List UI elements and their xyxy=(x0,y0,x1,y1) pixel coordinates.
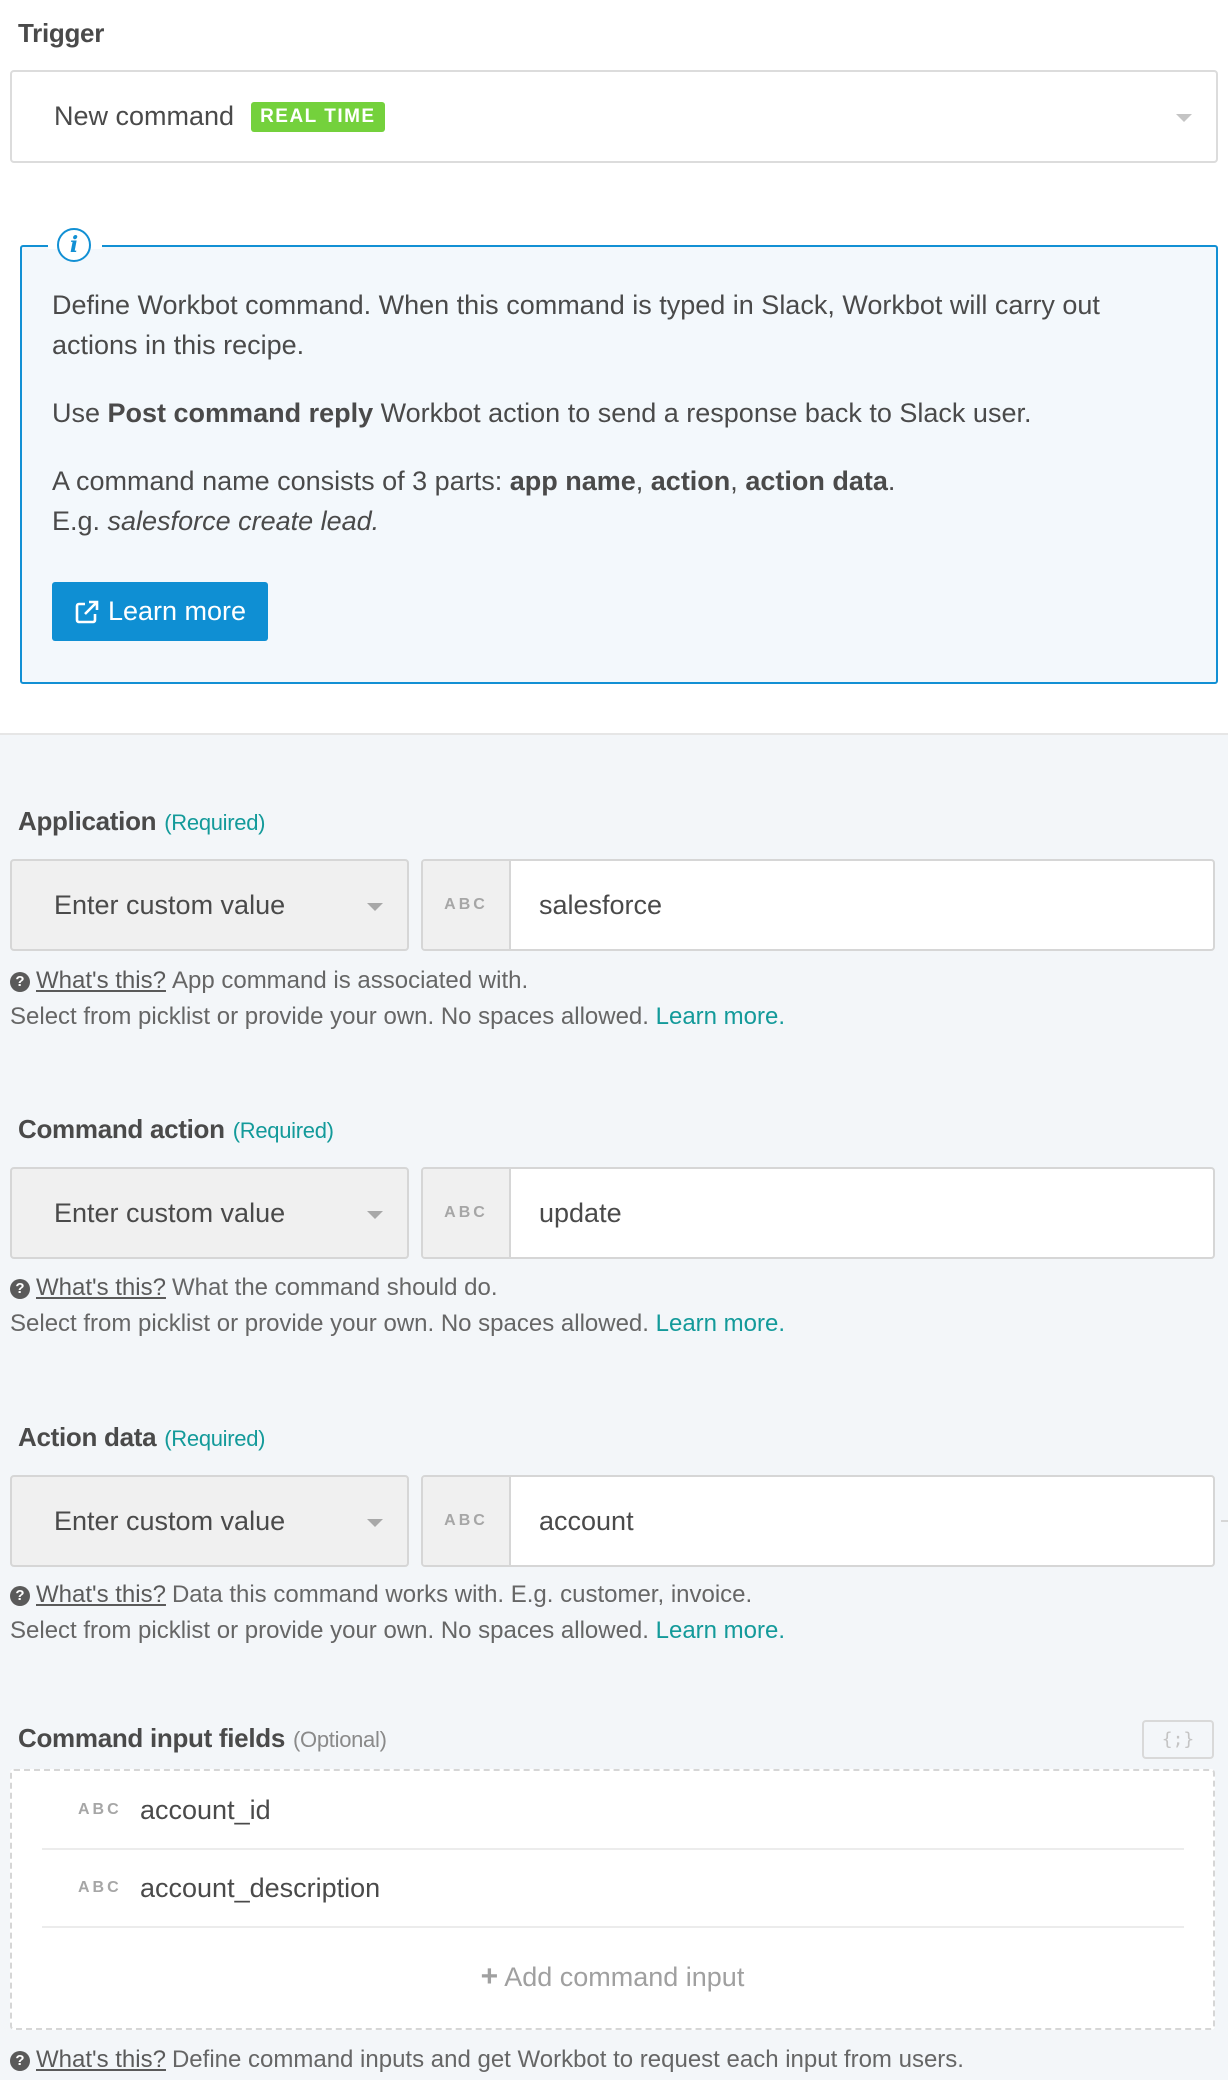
help-text: What the command should do. xyxy=(171,1274,498,1301)
learn-more-label: Learn more xyxy=(107,596,247,626)
chevron-down-icon xyxy=(367,903,383,911)
application-help-2: Select from picklist or provide your own… xyxy=(10,1001,785,1033)
select-value: Enter custom value xyxy=(54,1505,286,1536)
whats-this-link[interactable]: What's this? xyxy=(36,1581,166,1608)
post-command-reply-bold: Post command reply xyxy=(107,398,374,428)
command-inputs-help: ? What's this? Define command inputs and g… xyxy=(10,2044,964,2076)
application-input[interactable]: ABC salesforce xyxy=(421,859,1215,951)
info-icon: i xyxy=(57,228,91,262)
info-text: A command name consists of 3 parts: xyxy=(52,466,510,496)
command-input-name: account_id xyxy=(140,1794,271,1825)
command-action-label: Command action (Required) xyxy=(18,1114,334,1145)
text-type-icon: ABC xyxy=(78,1879,122,1896)
text-type-icon: ABC xyxy=(78,1801,122,1818)
trigger-select[interactable]: New command REAL TIME xyxy=(10,70,1218,163)
field-label: Action data xyxy=(18,1422,157,1452)
application-label: Application (Required) xyxy=(18,806,266,837)
application-mode-select[interactable]: Enter custom value xyxy=(10,859,409,951)
chevron-down-icon xyxy=(367,1519,383,1527)
field-label: Command action xyxy=(18,1114,225,1144)
add-command-input-label: Add command input xyxy=(504,1961,745,1992)
required-tag: (Required) xyxy=(164,810,266,835)
action-data-help-2: Select from picklist or provide your own… xyxy=(10,1615,785,1647)
command-input-name: account_description xyxy=(140,1872,381,1903)
select-value: Enter custom value xyxy=(54,1197,286,1228)
info-text: . xyxy=(887,466,896,496)
help-text: Data this command works with. E.g. custo… xyxy=(171,1581,753,1608)
field-label: Application xyxy=(18,806,157,836)
action-data-help: ? What's this? Data this command works wit… xyxy=(10,1579,752,1611)
select-value: Enter custom value xyxy=(54,889,286,920)
field-label: Command input fields xyxy=(18,1723,286,1753)
info-text: , xyxy=(730,466,746,496)
example-italic: salesforce create lead. xyxy=(107,506,380,536)
action-bold: action xyxy=(650,466,731,496)
info-paragraph-3: A command name consists of 3 parts: app … xyxy=(52,461,1172,541)
connector-line xyxy=(1221,1520,1228,1522)
text-type-icon: ABC xyxy=(423,1477,511,1565)
plus-icon: + xyxy=(480,1960,499,1993)
application-help: ? What's this? App command is associated w… xyxy=(10,965,528,997)
action-data-value[interactable]: account xyxy=(511,1477,1213,1565)
question-circle-icon: ? xyxy=(10,972,30,992)
info-text: Use xyxy=(52,398,108,428)
add-command-input-button[interactable]: + Add command input xyxy=(10,1950,1215,2004)
whats-this-link[interactable]: What's this? xyxy=(36,2046,166,2073)
info-text: E.g. xyxy=(52,506,108,536)
chevron-down-icon xyxy=(367,1211,383,1219)
learn-more-button[interactable]: Learn more xyxy=(52,582,268,641)
formula-mode-toggle[interactable]: {;} xyxy=(1142,1720,1214,1759)
required-tag: (Required) xyxy=(164,1426,266,1451)
question-circle-icon: ? xyxy=(10,1279,30,1299)
external-link-icon xyxy=(75,600,99,623)
info-paragraph-2: Use Post command reply Workbot action to… xyxy=(52,393,1172,433)
command-action-mode-select[interactable]: Enter custom value xyxy=(10,1167,409,1259)
command-input-item[interactable]: ABC account_description xyxy=(42,1850,1184,1928)
command-action-help-2: Select from picklist or provide your own… xyxy=(10,1308,785,1340)
app-name-bold: app name xyxy=(509,466,636,496)
command-action-value[interactable]: update xyxy=(511,1169,1213,1257)
application-value[interactable]: salesforce xyxy=(511,861,1213,949)
whats-this-link[interactable]: What's this? xyxy=(36,1274,166,1301)
command-action-input[interactable]: ABC update xyxy=(421,1167,1215,1259)
action-data-input[interactable]: ABC account xyxy=(421,1475,1215,1567)
help-text: Define command inputs and get Workbot to… xyxy=(171,2046,964,2073)
info-paragraph-1: Define Workbot command. When this comman… xyxy=(52,290,1100,360)
question-circle-icon: ? xyxy=(10,1586,30,1606)
required-tag: (Required) xyxy=(232,1118,334,1143)
learn-more-link[interactable]: Learn more. xyxy=(656,1003,785,1030)
text-type-icon: ABC xyxy=(423,861,511,949)
action-data-bold: action data xyxy=(745,466,888,496)
command-action-help: ? What's this? What the command should do. xyxy=(10,1272,497,1304)
chevron-down-icon xyxy=(1176,114,1192,122)
info-text: Workbot action to send a response back t… xyxy=(373,398,1032,428)
trigger-label: Trigger xyxy=(18,18,105,48)
help-text: Select from picklist or provide your own… xyxy=(10,1003,649,1030)
question-circle-icon: ? xyxy=(10,2051,30,2071)
info-text: , xyxy=(635,466,651,496)
action-data-label: Action data (Required) xyxy=(18,1422,266,1453)
whats-this-link[interactable]: What's this? xyxy=(36,967,166,994)
learn-more-link[interactable]: Learn more. xyxy=(656,1617,785,1644)
real-time-badge: REAL TIME xyxy=(251,101,385,132)
command-input-item[interactable]: ABC account_id xyxy=(42,1772,1184,1850)
trigger-selected-value: New command xyxy=(54,101,235,131)
text-type-icon: ABC xyxy=(423,1169,511,1257)
action-data-mode-select[interactable]: Enter custom value xyxy=(10,1475,409,1567)
optional-tag: (Optional) xyxy=(293,1727,387,1752)
help-text: Select from picklist or provide your own… xyxy=(10,1310,649,1337)
help-text: Select from picklist or provide your own… xyxy=(10,1617,649,1644)
learn-more-link[interactable]: Learn more. xyxy=(656,1310,785,1337)
command-input-fields-label: Command input fields (Optional) xyxy=(18,1723,387,1754)
help-text: App command is associated with. xyxy=(171,967,529,994)
